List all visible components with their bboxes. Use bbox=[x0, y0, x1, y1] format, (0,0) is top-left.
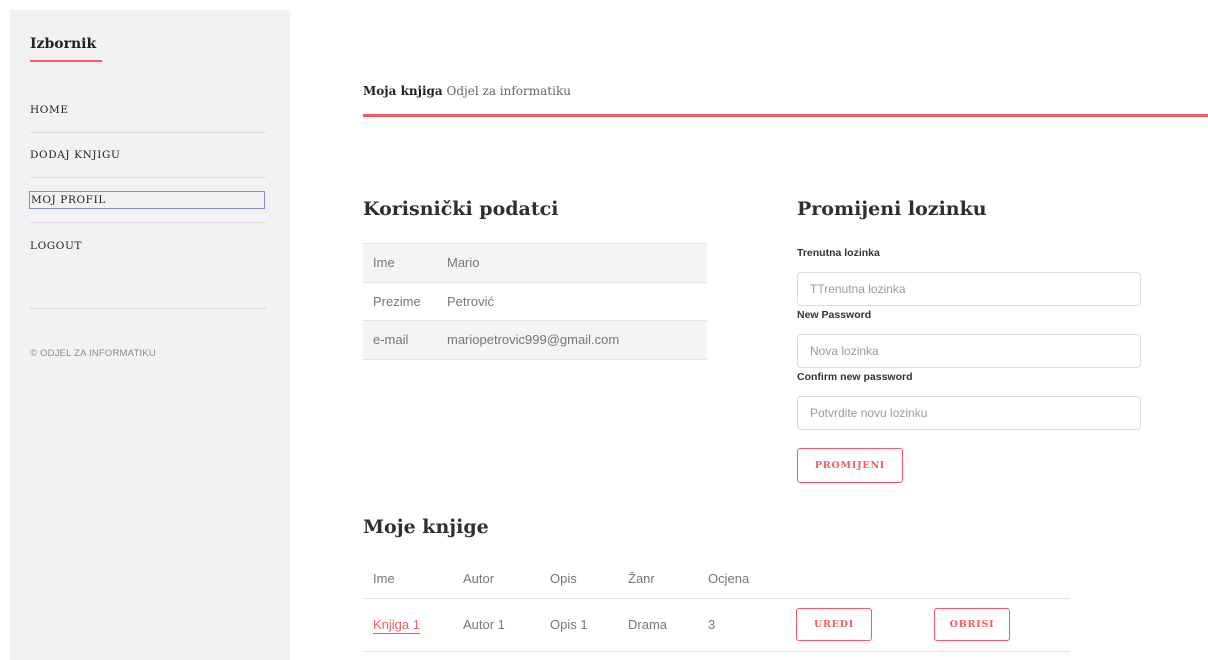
book-author: Autor 1 bbox=[453, 597, 540, 652]
column-header-name: Ime bbox=[373, 571, 395, 587]
sidebar-item-label: HOME bbox=[30, 104, 69, 116]
user-info-heading: Korisnički podatci bbox=[363, 198, 559, 220]
sidebar-divider bbox=[30, 308, 266, 309]
sidebar-title-underline bbox=[30, 60, 102, 62]
my-books-heading: Moje knjige bbox=[363, 516, 489, 538]
current-password-label: Trenutna lozinka bbox=[797, 247, 880, 259]
sidebar-nav: HOME DODAJ KNJIGU MOJ PROFIL LOGOUT bbox=[29, 88, 266, 268]
table-header-row: Ime Autor Opis Žanr Ocjena bbox=[363, 560, 1070, 598]
confirm-password-label: Confirm new password bbox=[797, 371, 913, 383]
column-header-author: Autor bbox=[463, 571, 495, 587]
sidebar-copyright: © ODJEL ZA INFORMATIKU bbox=[30, 348, 156, 359]
column-header-delete bbox=[924, 560, 1070, 598]
brand-name[interactable]: Moja knjiga bbox=[363, 84, 443, 98]
book-rating: 3 bbox=[698, 597, 786, 652]
column-header-genre: Žanr bbox=[628, 571, 655, 587]
column-header-description: Opis bbox=[550, 571, 577, 587]
delete-book-button[interactable]: OBRISI bbox=[934, 607, 1010, 641]
brand-subtitle: Odjel za informatiku bbox=[446, 84, 571, 98]
header-underline bbox=[363, 114, 1208, 117]
sidebar-item-moj-profil[interactable]: MOJ PROFIL bbox=[29, 178, 266, 223]
sidebar-item-label: DODAJ KNJIGU bbox=[30, 149, 121, 161]
edit-cell: UREDI bbox=[786, 597, 924, 652]
sidebar-title: Izbornik bbox=[30, 36, 97, 52]
sidebar-item-logout[interactable]: LOGOUT bbox=[30, 223, 266, 268]
delete-cell: OBRISI bbox=[924, 597, 1070, 652]
change-password-button[interactable]: PROMIJENI bbox=[797, 448, 903, 483]
user-field-key: Prezime bbox=[373, 293, 421, 309]
book-name-cell: Knjiga 1 bbox=[363, 597, 453, 652]
user-field-key: e-mail bbox=[373, 332, 409, 348]
new-password-input[interactable] bbox=[797, 334, 1141, 368]
sidebar-item-label: LOGOUT bbox=[30, 239, 83, 252]
user-field-value: Mario bbox=[447, 255, 480, 271]
table-row: e-mail mariopetrovic999@gmail.com bbox=[363, 320, 707, 359]
current-password-input[interactable] bbox=[797, 272, 1141, 306]
books-table: Ime Autor Opis Žanr Ocjena Knjiga 1 Auto… bbox=[363, 560, 1070, 652]
change-password-heading: Promijeni lozinku bbox=[797, 198, 987, 220]
new-password-label: New Password bbox=[797, 309, 872, 321]
page-header: Moja knjiga Odjel za informatiku bbox=[363, 84, 571, 98]
user-field-value: Petrović bbox=[447, 293, 494, 309]
table-row: Ime Mario bbox=[363, 243, 707, 282]
book-link[interactable]: Knjiga 1 bbox=[373, 617, 420, 634]
sidebar-item-dodaj-knjigu[interactable]: DODAJ KNJIGU bbox=[30, 133, 266, 178]
sidebar-item-home[interactable]: HOME bbox=[30, 88, 266, 133]
user-field-key: Ime bbox=[373, 255, 395, 271]
column-header-edit bbox=[786, 560, 924, 598]
edit-book-button[interactable]: UREDI bbox=[796, 607, 872, 641]
book-genre: Drama bbox=[618, 597, 698, 652]
column-header-rating: Ocjena bbox=[708, 571, 750, 587]
sidebar: Izbornik HOME DODAJ KNJIGU MOJ PROFIL LO… bbox=[10, 10, 290, 660]
user-field-value: mariopetrovic999@gmail.com bbox=[447, 332, 620, 348]
table-row: Knjiga 1 Autor 1 Opis 1 Drama 3 UREDI OB… bbox=[363, 597, 1070, 652]
sidebar-item-label: MOJ PROFIL bbox=[29, 191, 265, 209]
book-description: Opis 1 bbox=[540, 597, 618, 652]
confirm-password-input[interactable] bbox=[797, 396, 1141, 430]
user-info-table: Ime Mario Prezime Petrović e-mail mariop… bbox=[363, 243, 707, 360]
table-row: Prezime Petrović bbox=[363, 282, 707, 321]
